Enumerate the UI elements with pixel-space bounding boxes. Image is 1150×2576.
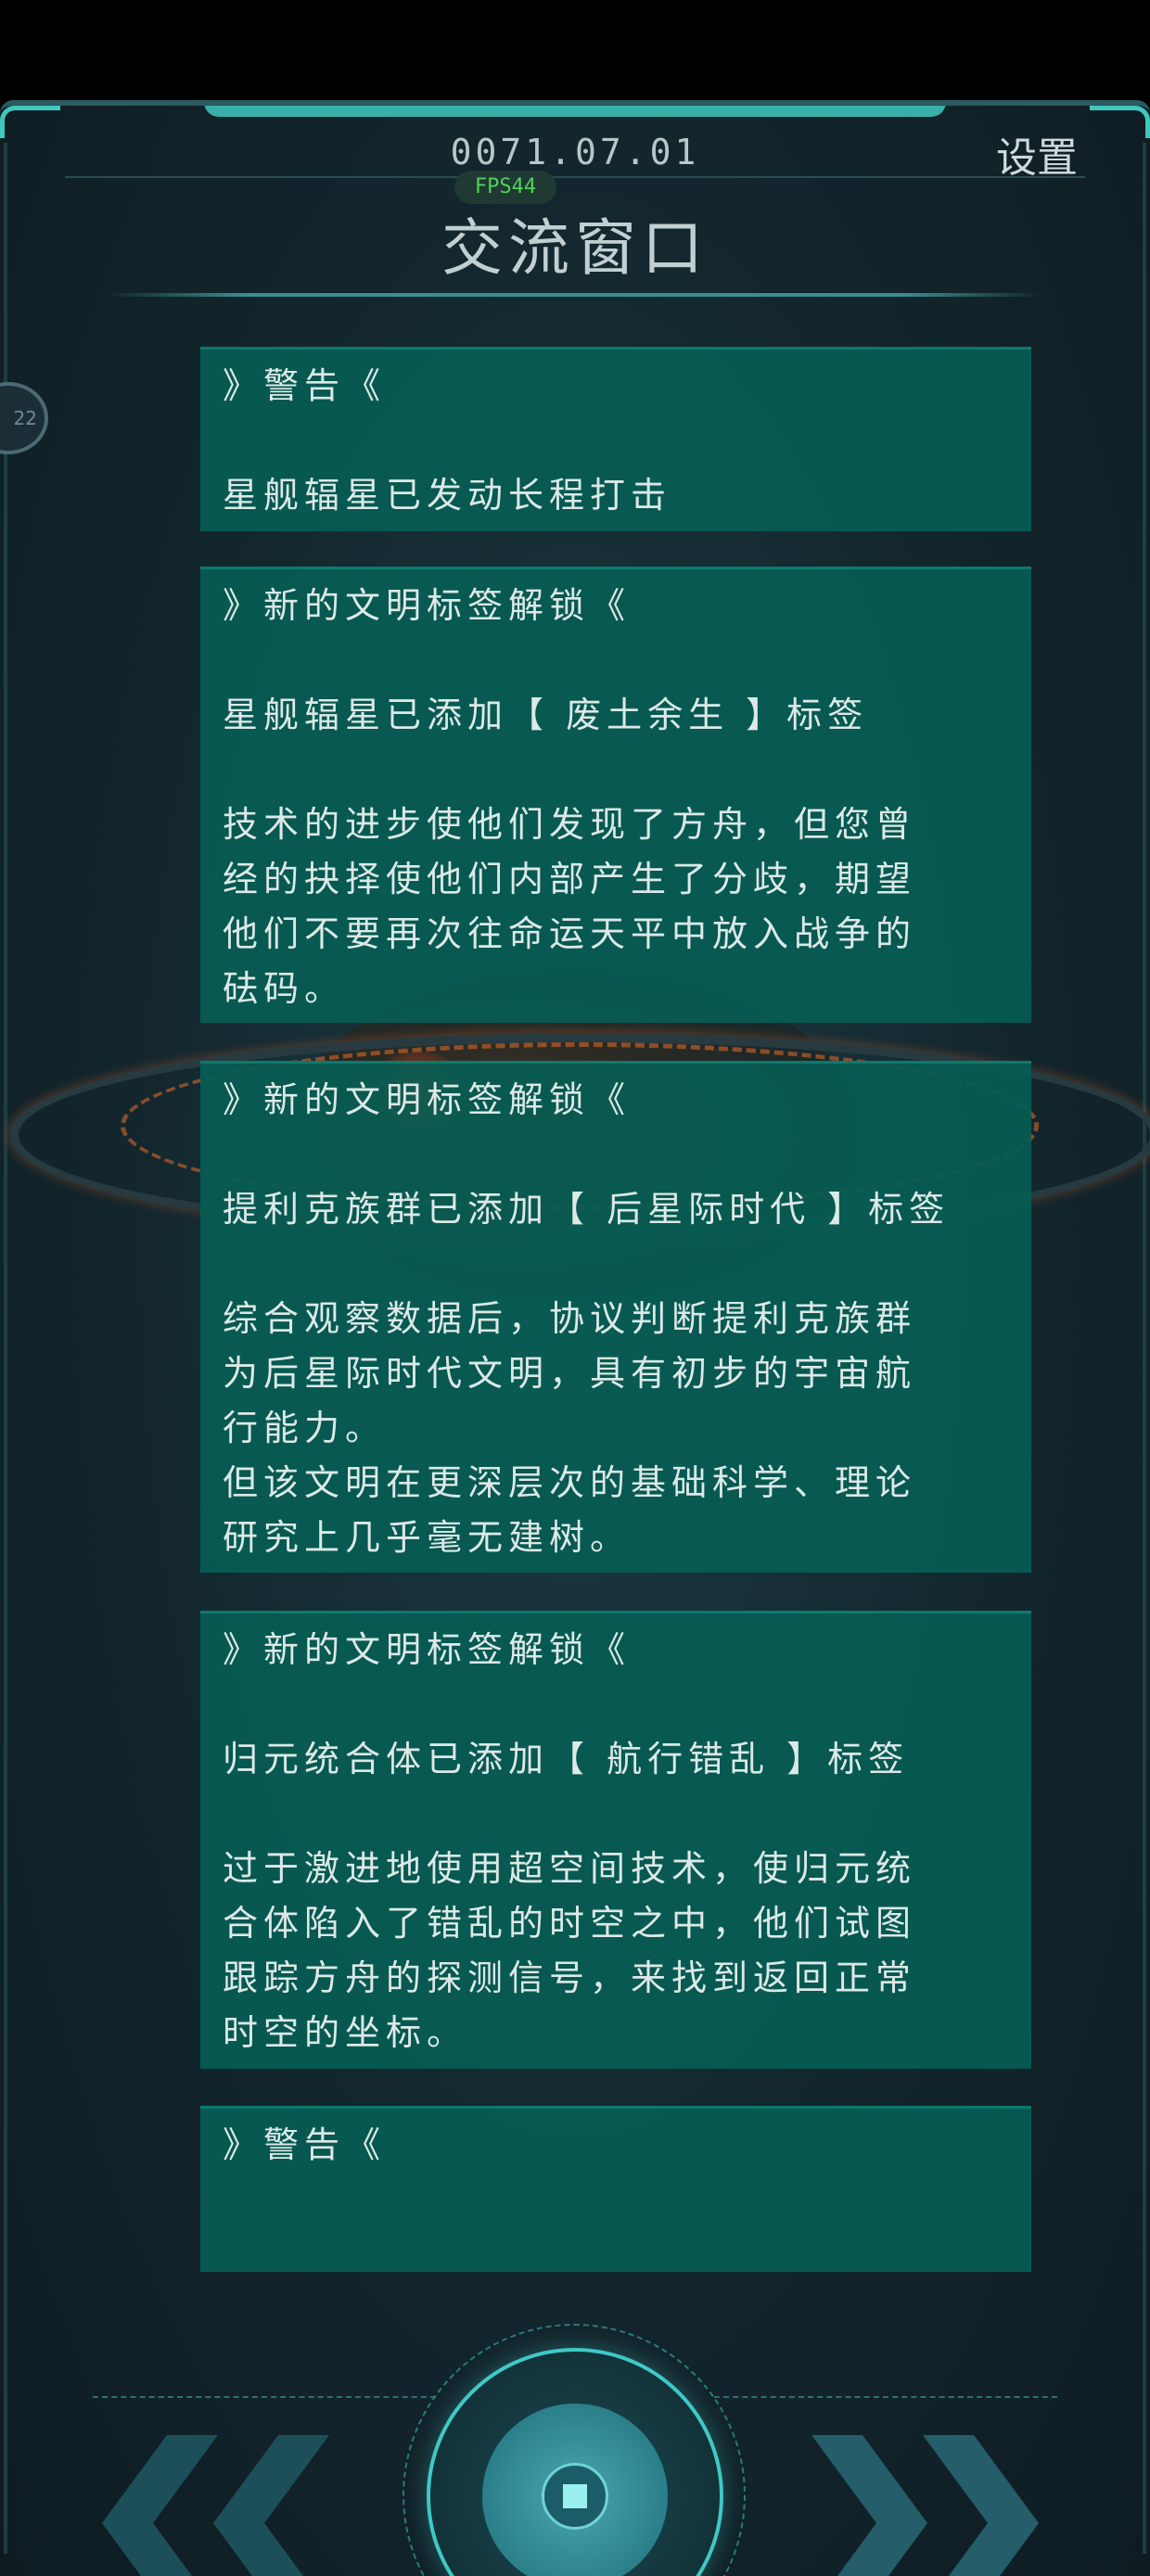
message-card: 》新的文明标签解锁《 提利克族群已添加【 后星际时代 】标签 综合观察数据后，协…: [200, 1061, 1031, 1573]
next-button[interactable]: [798, 2435, 1039, 2576]
message-line: 星舰辐星已添加【 废土余生 】标签: [223, 695, 869, 735]
message-line: 但该文明在更深层次的基础科学、理论: [223, 1462, 917, 1503]
message-card: 》新的文明标签解锁《 星舰辐星已添加【 废土余生 】标签 技术的进步使他们发现了…: [200, 567, 1031, 1023]
center-action-button[interactable]: [402, 2324, 746, 2576]
message-line: 归元统合体已添加【 航行错乱 】标签: [223, 1739, 910, 1779]
settings-button[interactable]: 设置: [996, 124, 1078, 184]
game-date: 0071.07.01: [450, 132, 700, 172]
message-line: 技术的进步使他们发现了方舟，但您曾: [223, 804, 917, 845]
message-heading: 》新的文明标签解锁《: [223, 1629, 632, 1670]
double-chevron-right-icon: [811, 2435, 1039, 2576]
message-line: 时空的坐标。: [223, 2012, 468, 2053]
message-feed[interactable]: 》警告《 星舰辐星已发动长程打击 》新的文明标签解锁《 星舰辐星已添加【 废土余…: [200, 347, 1031, 2272]
message-card: 》新的文明标签解锁《 归元统合体已添加【 航行错乱 】标签 过于激进地使用超空间…: [200, 1611, 1031, 2069]
previous-button[interactable]: [102, 2435, 343, 2576]
side-badge[interactable]: 22: [0, 382, 48, 454]
message-line: 他们不要再次往命运天平中放入战争的: [223, 913, 917, 954]
message-heading: 》新的文明标签解锁《: [223, 585, 632, 626]
message-line: 行能力。: [223, 1408, 387, 1448]
title-divider: [107, 293, 1043, 297]
message-line: 砝码。: [223, 968, 346, 1009]
message-line: 跟踪方舟的探测信号，来找到返回正常: [223, 1958, 917, 1998]
page-title: 交流窗口: [441, 212, 709, 284]
header-divider: [65, 176, 1085, 178]
communication-panel: 0071.07.01 设置 FPS44 交流窗口 22 》警告《 星舰辐星已发动…: [0, 100, 1150, 2576]
message-card: 》警告《: [200, 2106, 1031, 2272]
message-line: 综合观察数据后，协议判断提利克族群: [223, 1298, 917, 1339]
message-line: 合体陷入了错乱的时空之中，他们试图: [223, 1903, 917, 1944]
message-heading: 》警告《: [223, 365, 387, 406]
double-chevron-left-icon: [102, 2435, 329, 2576]
message-line: 研究上几乎毫无建树。: [223, 1517, 632, 1558]
message-card: 》警告《 星舰辐星已发动长程打击: [200, 347, 1031, 531]
message-heading: 》警告《: [223, 2124, 387, 2165]
control-divider-left: [93, 2396, 436, 2398]
message-line: 过于激进地使用超空间技术，使归元统: [223, 1848, 917, 1889]
control-divider-right: [714, 2396, 1057, 2398]
top-glow-bar: [204, 106, 946, 117]
side-rail-right: [1143, 143, 1146, 2554]
message-line: 提利克族群已添加【 后星际时代 】标签: [223, 1189, 951, 1230]
message-heading: 》新的文明标签解锁《: [223, 1079, 632, 1120]
message-line: 星舰辐星已发动长程打击: [223, 475, 672, 516]
message-line: 经的抉择使他们内部产生了分歧，期望: [223, 859, 917, 899]
message-line: 为后星际时代文明，具有初步的宇宙航: [223, 1353, 917, 1394]
side-rail-left: [4, 143, 7, 2554]
